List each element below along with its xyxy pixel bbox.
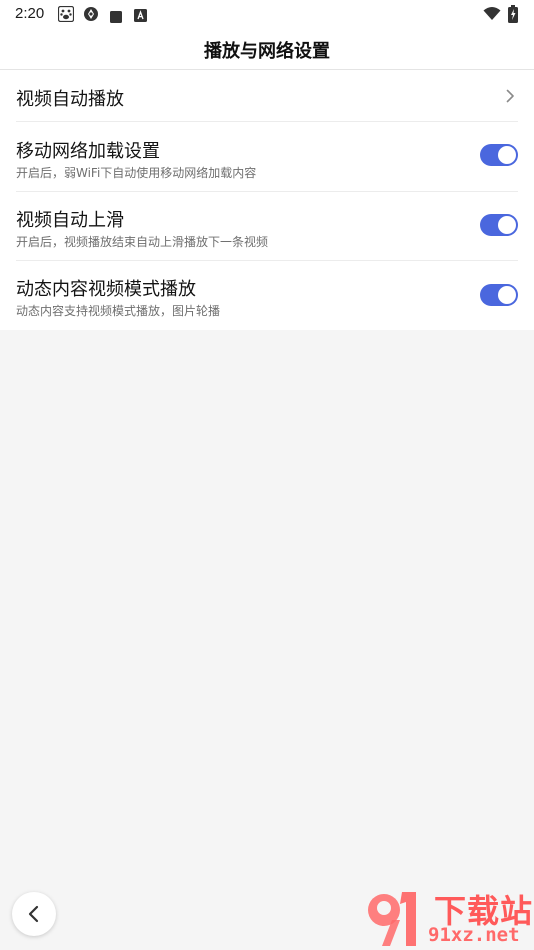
status-bar: 2:20 bbox=[0, 0, 534, 28]
chevron-left-icon bbox=[28, 905, 39, 923]
page-title: 播放与网络设置 bbox=[204, 41, 330, 62]
baidu-paw-icon bbox=[57, 5, 75, 23]
setting-subtitle: 开启后，弱WiFi下自动使用移动网络加载内容 bbox=[16, 166, 257, 180]
watermark-91-icon bbox=[368, 892, 416, 946]
setting-title: 视频自动播放 bbox=[16, 89, 124, 110]
mobile-network-loading-toggle[interactable] bbox=[480, 144, 518, 166]
setting-row-dynamic-video-mode: 动态内容视频模式播放 动态内容支持视频模式播放，图片轮播 bbox=[0, 261, 534, 330]
video-auto-scroll-toggle[interactable] bbox=[480, 214, 518, 236]
setting-subtitle: 动态内容支持视频模式播放，图片轮播 bbox=[16, 304, 221, 318]
wifi-icon bbox=[483, 6, 501, 22]
toggle-knob bbox=[498, 216, 516, 234]
screen: 2:20 播放与网络设置 视频自动播放 移动网络加载设置 开启后，弱WiFi下自… bbox=[0, 0, 534, 950]
settings-list: 视频自动播放 移动网络加载设置 开启后，弱WiFi下自动使用移动网络加载内容 视… bbox=[0, 70, 534, 330]
toggle-knob bbox=[498, 286, 516, 304]
toggle-knob bbox=[498, 146, 516, 164]
setting-row-mobile-network-loading: 移动网络加载设置 开启后，弱WiFi下自动使用移动网络加载内容 bbox=[0, 122, 534, 192]
header: 播放与网络设置 bbox=[0, 28, 534, 70]
chevron-right-icon bbox=[504, 88, 516, 103]
dynamic-video-mode-toggle[interactable] bbox=[480, 284, 518, 306]
setting-title: 视频自动上滑 bbox=[16, 210, 124, 231]
setting-title: 移动网络加载设置 bbox=[16, 141, 160, 162]
square-icon bbox=[110, 8, 122, 23]
aperture-icon bbox=[83, 6, 99, 22]
status-time: 2:20 bbox=[15, 5, 45, 22]
battery-charging-icon bbox=[508, 5, 518, 23]
setting-row-video-autoplay[interactable]: 视频自动播放 bbox=[0, 70, 534, 122]
watermark-url: 91xz.net bbox=[428, 924, 520, 946]
setting-title: 动态内容视频模式播放 bbox=[16, 279, 196, 300]
setting-row-video-auto-scroll: 视频自动上滑 开启后，视频播放结束自动上滑播放下一条视频 bbox=[0, 192, 534, 261]
back-button[interactable] bbox=[12, 892, 56, 936]
setting-subtitle: 开启后，视频播放结束自动上滑播放下一条视频 bbox=[16, 235, 269, 249]
keyboard-a-icon bbox=[134, 7, 147, 22]
watermark-logo: 下载站 91xz.net bbox=[362, 884, 534, 950]
